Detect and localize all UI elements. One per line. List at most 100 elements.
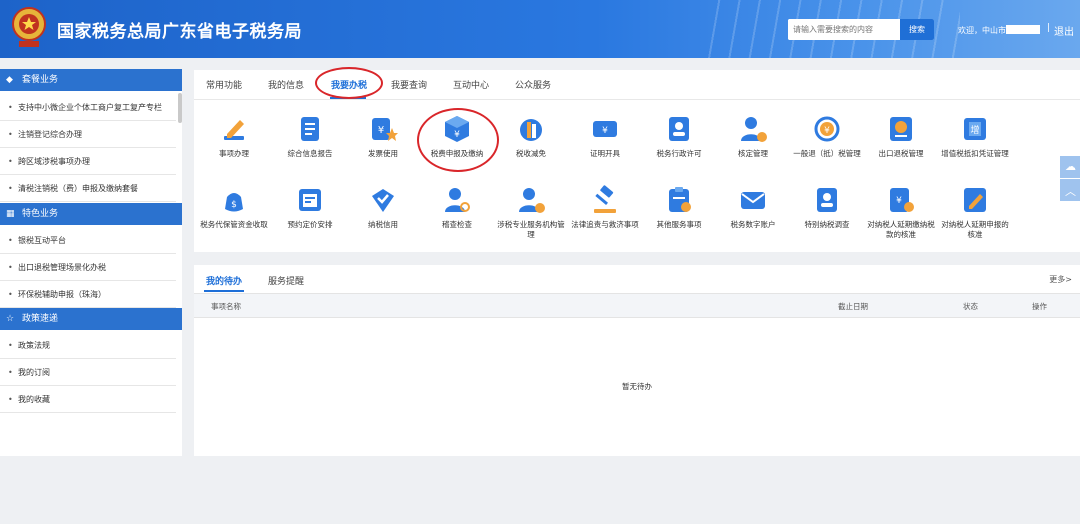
- sidebar-scrollbar[interactable]: [178, 93, 182, 123]
- tab-interaction[interactable]: 互动中心: [453, 78, 489, 91]
- tile-label: 预约定价安排: [287, 220, 333, 229]
- sidebar-item[interactable]: 我的收藏: [0, 386, 176, 413]
- tile-professional-service-agency[interactable]: 涉税专业服务机构管理: [494, 185, 568, 240]
- sidebar-item[interactable]: 跨区域涉税事项办理: [0, 148, 176, 175]
- column-item-name: 事项名称: [211, 302, 241, 311]
- section-title: 套餐业务: [22, 75, 59, 85]
- tab-query[interactable]: 我要查询: [391, 78, 427, 91]
- tile-tax-relief[interactable]: 税收减免: [494, 114, 568, 159]
- tile-custody-funds[interactable]: $ 税务代保管资金收取: [197, 185, 271, 230]
- tile-label: 核定管理: [738, 149, 768, 158]
- more-link[interactable]: 更多>: [1049, 274, 1072, 285]
- tile-label: 税务行政许可: [656, 149, 702, 158]
- tile-label: 增值税抵扣凭证管理: [941, 149, 1009, 158]
- svg-text:¥: ¥: [896, 196, 902, 206]
- search-bar: 搜索: [788, 19, 934, 40]
- search-button[interactable]: 搜索: [900, 19, 934, 40]
- todo-panel: 我的待办 服务提醒 更多> 事项名称 截止日期 状态 操作 暂无待办: [194, 265, 1080, 456]
- sidebar-section-packages[interactable]: ◆ 套餐业务: [0, 69, 182, 91]
- tile-certificate-issue[interactable]: ¥ 证明开具: [568, 114, 642, 159]
- red-circle-annotation-tile: [417, 108, 499, 172]
- red-circle-annotation-tab: [315, 67, 383, 99]
- tile-comprehensive-report[interactable]: 综合信息报告: [273, 114, 347, 159]
- section-title: 政策速递: [22, 314, 59, 324]
- back-to-top-button[interactable]: ︿: [1060, 179, 1080, 201]
- column-deadline: 截止日期: [838, 302, 868, 311]
- search-input[interactable]: [788, 19, 900, 40]
- tile-tax-credit[interactable]: 纳税信用: [346, 185, 420, 230]
- tile-label: 税收减免: [516, 149, 546, 158]
- tile-digital-account[interactable]: 税务数字账户: [716, 185, 790, 230]
- star-icon: ☆: [6, 314, 15, 324]
- todo-table-header: 事项名称 截止日期 状态 操作: [194, 293, 1080, 318]
- tile-export-refund[interactable]: 出口退税管理: [864, 114, 938, 159]
- tile-deferred-declaration-approval[interactable]: 对纳税人延期申报的核准: [938, 185, 1012, 240]
- column-status: 状态: [963, 302, 978, 311]
- tab-my-todo[interactable]: 我的待办: [206, 274, 242, 287]
- tile-special-investigation[interactable]: 特别纳税调查: [790, 185, 864, 230]
- sidebar-section-policy[interactable]: ☆ 政策速递: [0, 308, 182, 330]
- sidebar-section-featured[interactable]: ▦ 特色业务: [0, 203, 182, 225]
- tile-inspection[interactable]: 稽查检查: [420, 185, 494, 230]
- user-gear-icon: [738, 114, 768, 144]
- tile-verification-management[interactable]: 核定管理: [716, 114, 790, 159]
- tab-service-reminder[interactable]: 服务提醒: [268, 274, 304, 287]
- tile-label: 证明开具: [590, 149, 620, 158]
- report-icon: [295, 114, 325, 144]
- tile-label: 其他服务事项: [656, 220, 702, 229]
- section-title: 特色业务: [22, 209, 59, 219]
- sidebar-item[interactable]: 银税互动平台: [0, 227, 176, 254]
- logout-link[interactable]: 退出: [1054, 23, 1074, 38]
- delay-pay-icon: ¥: [886, 185, 916, 215]
- delay-edit-icon: [960, 185, 990, 215]
- coins-icon: [516, 114, 546, 144]
- tile-label: 税务代保管资金收取: [200, 220, 268, 229]
- welcome-label: 欢迎，中山市: [958, 26, 1006, 35]
- tile-label: 特别纳税调查: [804, 220, 850, 229]
- agency-icon: [516, 185, 546, 215]
- top-header: 国家税务总局广东省电子税务局 搜索 欢迎，中山市 | 退出: [0, 0, 1080, 58]
- tile-deferred-payment-approval[interactable]: ¥ 对纳税人延期缴纳税款的核准: [864, 185, 938, 240]
- function-panel: 常用功能 我的信息 我要办税 我要查询 互动中心 公众服务 事项办理 综合信息报…: [194, 70, 1080, 252]
- tab-common[interactable]: 常用功能: [206, 78, 242, 91]
- redacted-name: [1006, 25, 1040, 34]
- tile-invoice-use[interactable]: ¥ 发票使用: [346, 114, 420, 159]
- sidebar-item[interactable]: 环保税辅助申报（珠海）: [0, 281, 176, 308]
- grid-icon: ▦: [6, 209, 15, 219]
- tile-advance-pricing[interactable]: 预约定价安排: [273, 185, 347, 230]
- sidebar-item[interactable]: 注销登记综合办理: [0, 121, 176, 148]
- sidebar-item[interactable]: 政策法规: [0, 332, 176, 359]
- tab-my-info[interactable]: 我的信息: [268, 78, 304, 91]
- refund-icon: ¥: [812, 114, 842, 144]
- cube-icon: ◆: [6, 75, 13, 85]
- svg-text:增: 增: [970, 124, 979, 136]
- sidebar-item[interactable]: 我的订阅: [0, 359, 176, 386]
- tile-vat-deduction[interactable]: 增 增值税抵扣凭证管理: [938, 114, 1012, 159]
- sidebar: ◆ 套餐业务 支持中小微企业个体工商户复工复产专栏 注销登记综合办理 跨区域涉税事…: [0, 69, 182, 456]
- column-action: 操作: [1032, 302, 1047, 311]
- tile-label: 对纳税人延期缴纳税款的核准: [867, 220, 935, 239]
- tile-label: 综合信息报告: [287, 149, 333, 158]
- tile-label: 一般退（抵）税管理: [793, 149, 861, 158]
- sidebar-item[interactable]: 出口退税管理场景化办税: [0, 254, 176, 281]
- tile-general-refund[interactable]: ¥ 一般退（抵）税管理: [790, 114, 864, 159]
- tile-label: 事项办理: [219, 149, 249, 158]
- chat-float-button[interactable]: ☁: [1060, 156, 1080, 178]
- tile-legal-remedy[interactable]: 法律追责与救济事项: [568, 185, 642, 230]
- svg-text:¥: ¥: [602, 126, 608, 136]
- tile-admin-license[interactable]: 税务行政许可: [642, 114, 716, 159]
- tile-item-handling[interactable]: 事项办理: [197, 114, 271, 159]
- pen-icon: [219, 114, 249, 144]
- tile-label: 出口退税管理: [878, 149, 924, 158]
- chat-icon: ☁: [1065, 160, 1076, 173]
- sidebar-item[interactable]: 清税注销税（费）申报及缴纳套餐: [0, 175, 176, 202]
- sidebar-item[interactable]: 支持中小微企业个体工商户复工复产专栏: [0, 94, 176, 121]
- calendar-icon: [295, 185, 325, 215]
- id-card-icon: [664, 114, 694, 144]
- money-bag-icon: $: [219, 185, 249, 215]
- tile-other-services[interactable]: 其他服务事项: [642, 185, 716, 230]
- header-separator: |: [1047, 23, 1051, 33]
- tab-public-service[interactable]: 公众服务: [515, 78, 551, 91]
- tile-label: 纳税信用: [368, 220, 398, 229]
- export-icon: [886, 114, 916, 144]
